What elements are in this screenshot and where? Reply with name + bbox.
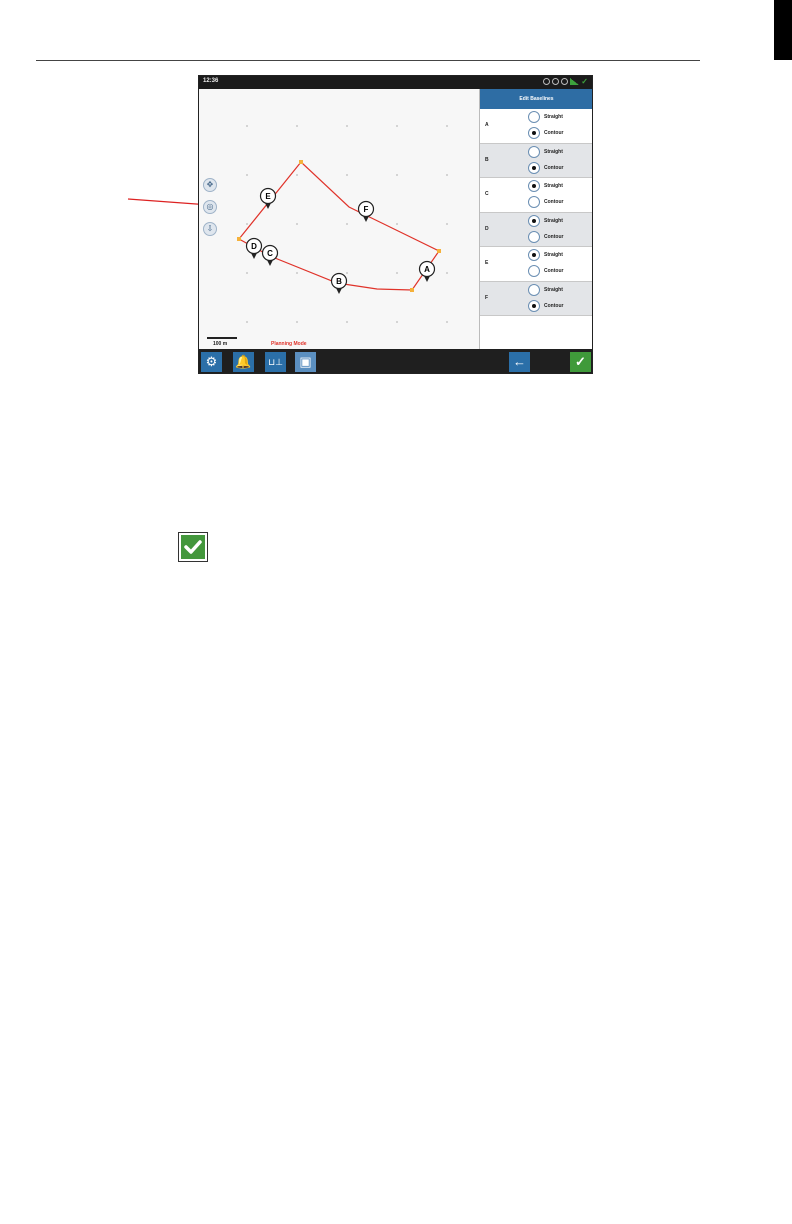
- bell-icon[interactable]: 🔔: [233, 352, 254, 372]
- pin-f[interactable]: F: [357, 200, 375, 223]
- tool-icon[interactable]: ⊔⊥: [265, 352, 286, 372]
- contour-option[interactable]: Contour: [528, 299, 564, 312]
- straight-radio[interactable]: [528, 249, 540, 261]
- pin-c[interactable]: C: [261, 244, 279, 267]
- contour-option[interactable]: Contour: [528, 127, 563, 139]
- straight-radio[interactable]: [528, 145, 540, 158]
- contour-radio[interactable]: [528, 299, 540, 312]
- segment-row-e: E Straight Contour: [480, 247, 592, 282]
- pin-label: E: [265, 192, 271, 201]
- option-label: Contour: [544, 164, 564, 171]
- option-label: Contour: [544, 268, 564, 274]
- option-label: Straight: [544, 286, 563, 293]
- pin-label: F: [364, 205, 369, 214]
- bottom-toolbar: ⚙ 🔔 ⊔⊥ ▣ ← ✓: [199, 349, 592, 373]
- straight-option[interactable]: Straight: [528, 111, 563, 123]
- option-label: Straight: [544, 217, 563, 224]
- segment-row-a: A Straight Contour: [480, 109, 592, 144]
- contour-radio[interactable]: [528, 127, 540, 139]
- contour-option[interactable]: Contour: [528, 196, 563, 208]
- segment-row-d: D Straight Contour: [480, 212, 592, 247]
- segment-label: D: [485, 225, 489, 232]
- status-time: 12:36: [203, 78, 219, 84]
- straight-radio[interactable]: [528, 283, 540, 296]
- contour-option[interactable]: Contour: [528, 161, 564, 174]
- scale-label: 100 m: [213, 341, 228, 347]
- segment-label: C: [485, 191, 489, 197]
- option-label: Contour: [544, 302, 564, 309]
- straight-option[interactable]: Straight: [528, 249, 563, 261]
- pin-label: A: [424, 265, 430, 274]
- straight-radio[interactable]: [528, 180, 540, 192]
- edit-baselines-panel: Edit Baselines A Straight Contour B Straight…: [479, 89, 592, 349]
- boundary-vertices: [237, 160, 441, 292]
- option-label: Straight: [544, 114, 563, 120]
- segment-label: A: [485, 122, 489, 128]
- segment-label: F: [485, 294, 489, 301]
- pin-b[interactable]: B: [330, 272, 348, 295]
- straight-option[interactable]: Straight: [528, 145, 563, 158]
- pin-label: C: [267, 249, 273, 258]
- pin-e[interactable]: E: [259, 187, 277, 210]
- map-grid: [246, 125, 448, 323]
- planning-mode-label: Planning Mode: [271, 341, 307, 347]
- option-label: Straight: [544, 148, 563, 155]
- back-arrow-icon[interactable]: ←: [509, 352, 530, 372]
- gear-icon[interactable]: ⚙: [201, 352, 222, 372]
- map-orientation-icon[interactable]: ⇩: [203, 222, 217, 236]
- option-label: Contour: [544, 130, 564, 136]
- option-label: Contour: [544, 199, 564, 205]
- straight-option[interactable]: Straight: [528, 283, 563, 296]
- status-info-icon: [561, 78, 569, 85]
- status-ok-icon: ✓: [581, 77, 588, 86]
- contour-radio[interactable]: [528, 161, 540, 174]
- segment-label: B: [485, 156, 489, 163]
- confirm-check-icon[interactable]: ✓: [570, 352, 591, 372]
- straight-option[interactable]: Straight: [528, 180, 563, 192]
- pin-label: D: [251, 242, 257, 251]
- contour-radio[interactable]: [528, 265, 540, 277]
- accept-checkmark-icon: [178, 532, 208, 562]
- contour-radio[interactable]: [528, 230, 540, 243]
- panel-title: Edit Baselines: [480, 89, 592, 109]
- map-layers-icon[interactable]: ◎: [203, 200, 217, 214]
- option-label: Straight: [544, 183, 563, 189]
- pin-label: B: [336, 277, 342, 286]
- contour-option[interactable]: Contour: [528, 230, 564, 243]
- camera-icon[interactable]: ▣: [295, 352, 316, 372]
- option-label: Contour: [544, 233, 564, 240]
- segment-row-c: C Straight Contour: [480, 178, 592, 213]
- status-icons: ✓: [543, 77, 588, 86]
- straight-option[interactable]: Straight: [528, 214, 563, 227]
- map-view[interactable]: E F D C A B ✥ ◎ ⇩ 100 m Planning Mode: [199, 89, 479, 349]
- segment-row-f: F Straight Contour: [480, 281, 592, 316]
- map-canvas: E F D C A B: [237, 125, 448, 323]
- display-screenshot: 12:36 ✓ E F D C A B ✥ ◎ ⇩ 100 m Planning Mode: [198, 75, 593, 374]
- field-boundary: [238, 161, 440, 291]
- pin-d[interactable]: D: [245, 237, 263, 260]
- segment-row-b: B Straight Contour: [480, 143, 592, 178]
- straight-radio[interactable]: [528, 111, 540, 123]
- segment-list: A Straight Contour B Straight Contour C Straigh…: [480, 109, 592, 316]
- status-bar: 12:36 ✓: [199, 76, 592, 89]
- contour-radio[interactable]: [528, 196, 540, 208]
- option-label: Straight: [544, 252, 563, 258]
- contour-option[interactable]: Contour: [528, 265, 563, 277]
- straight-radio[interactable]: [528, 214, 540, 227]
- pin-a[interactable]: A: [418, 260, 436, 283]
- status-camera-icon: [543, 78, 551, 85]
- scale-bar: [207, 337, 237, 339]
- zoom-extents-icon[interactable]: ✥: [203, 178, 217, 192]
- segment-label: E: [485, 260, 489, 266]
- status-gps-icon: [552, 78, 560, 85]
- signal-strength-icon: [570, 78, 580, 85]
